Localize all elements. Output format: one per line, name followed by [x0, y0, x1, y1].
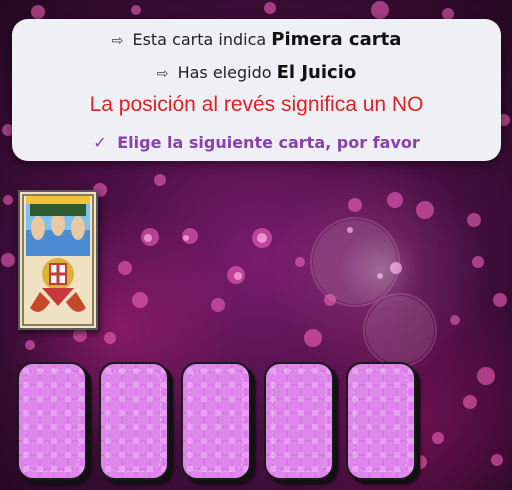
- next-card-instruction: ✓ Elige la siguiente carta, por favor: [12, 133, 501, 152]
- reversed-warning: La posición al revés significa un NO: [89, 93, 424, 116]
- arrow-right-icon: ⇨: [111, 33, 124, 49]
- judgement-card-art: [20, 192, 96, 328]
- arrow-right-icon: ⇨: [156, 66, 169, 82]
- chosen-card-prefix: Has elegido: [177, 63, 272, 82]
- checkmark-icon: ✓: [93, 133, 107, 152]
- chosen-card-name: El Juicio: [276, 62, 357, 83]
- deck-card-1[interactable]: [17, 362, 87, 480]
- deck-card-2[interactable]: [99, 362, 169, 480]
- deck-card-5[interactable]: [346, 362, 416, 480]
- result-panel: ⇨ Esta carta indica Pimera carta ⇨ Has e…: [12, 19, 501, 161]
- card-meaning-value: Pimera carta: [271, 29, 402, 50]
- instruction-text: Elige la siguiente carta, por favor: [117, 133, 420, 152]
- card-meaning-prefix: Esta carta indica: [132, 30, 267, 49]
- deck-card-3[interactable]: [181, 362, 251, 480]
- tarot-stage: ⇨ Esta carta indica Pimera carta ⇨ Has e…: [0, 0, 512, 490]
- card-meaning-line: ⇨ Esta carta indica Pimera carta: [12, 29, 501, 50]
- chosen-card-line: ⇨ Has elegido El Juicio: [12, 62, 501, 83]
- deck-card-4[interactable]: [264, 362, 334, 480]
- chosen-tarot-card: [18, 190, 98, 330]
